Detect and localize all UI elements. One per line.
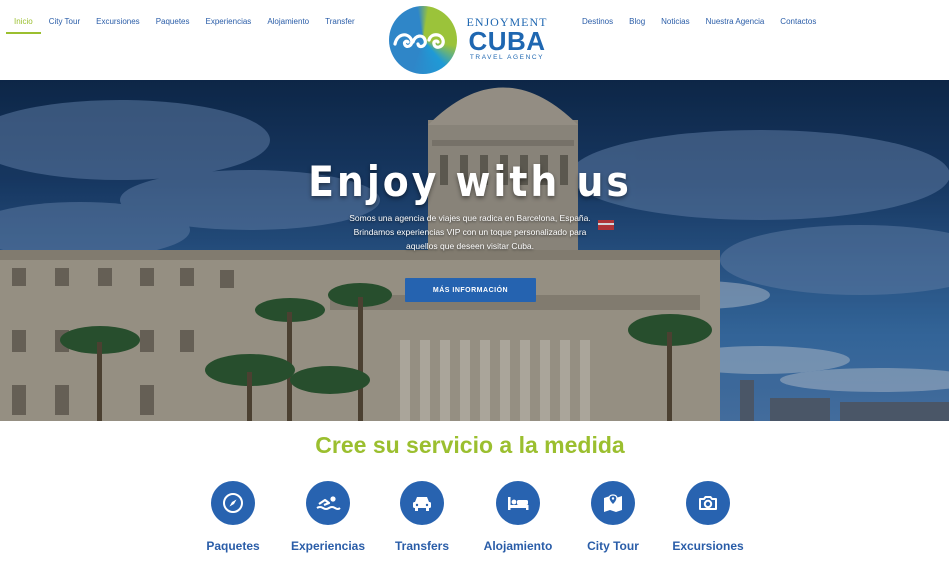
nav-item-experiencias[interactable]: Experiencias <box>198 17 260 34</box>
nav-item-city-tour[interactable]: City Tour <box>41 17 88 34</box>
service-transfers[interactable]: Transfers <box>367 481 477 553</box>
hero-title: Enjoy with us <box>308 157 632 206</box>
site-header: Inicio City Tour Excursiones Paquetes Ex… <box>0 0 949 80</box>
car-icon <box>400 481 444 525</box>
nav-item-destinos[interactable]: Destinos <box>574 17 621 34</box>
logo-emblem-icon <box>389 6 457 74</box>
bed-icon <box>496 481 540 525</box>
logo-wordmark: ENJOYMENT CUBA TRAVEL AGENCY <box>465 15 549 61</box>
service-paquetes[interactable]: Paquetes <box>178 481 288 553</box>
service-alojamiento[interactable]: Alojamiento <box>463 481 573 553</box>
service-city-tour[interactable]: City Tour <box>558 481 668 553</box>
nav-item-alojamiento[interactable]: Alojamiento <box>259 17 317 34</box>
logo-main-text: CUBA <box>468 26 546 56</box>
hero-description: Somos una agencia de viajes que radica e… <box>349 213 591 251</box>
nav-item-inicio[interactable]: Inicio <box>6 17 41 34</box>
nav-item-noticias[interactable]: Noticias <box>653 17 697 34</box>
compass-icon <box>211 481 255 525</box>
service-label: Paquetes <box>206 539 260 553</box>
more-info-button[interactable]: MÁS INFORMACIÓN <box>405 278 536 302</box>
logo-sub-text: TRAVEL AGENCY <box>469 54 545 61</box>
service-label: Excursiones <box>672 539 744 553</box>
services-title: Cree su servicio a la medida <box>315 432 625 458</box>
service-label: Transfers <box>394 539 450 553</box>
nav-item-nuestra-agencia[interactable]: Nuestra Agencia <box>698 17 773 34</box>
swimmer-icon <box>306 481 350 525</box>
nav-item-transfer[interactable]: Transfer <box>317 17 363 34</box>
service-label: City Tour <box>587 539 639 553</box>
nav-item-excursiones[interactable]: Excursiones <box>88 17 148 34</box>
nav-item-paquetes[interactable]: Paquetes <box>148 17 198 34</box>
map-icon <box>591 481 635 525</box>
main-nav-left: Inicio City Tour Excursiones Paquetes Ex… <box>6 17 363 34</box>
main-nav-right: Destinos Blog Noticias Nuestra Agencia C… <box>574 17 824 34</box>
service-excursiones[interactable]: Excursiones <box>653 481 763 553</box>
hero-banner: Enjoy with us Somos una agencia de viaje… <box>0 80 949 421</box>
site-logo[interactable]: ENJOYMENT CUBA TRAVEL AGENCY <box>389 5 549 75</box>
service-label: Alojamiento <box>483 539 553 553</box>
nav-item-blog[interactable]: Blog <box>621 17 653 34</box>
nav-item-contactos[interactable]: Contactos <box>772 17 824 34</box>
camera-icon <box>686 481 730 525</box>
